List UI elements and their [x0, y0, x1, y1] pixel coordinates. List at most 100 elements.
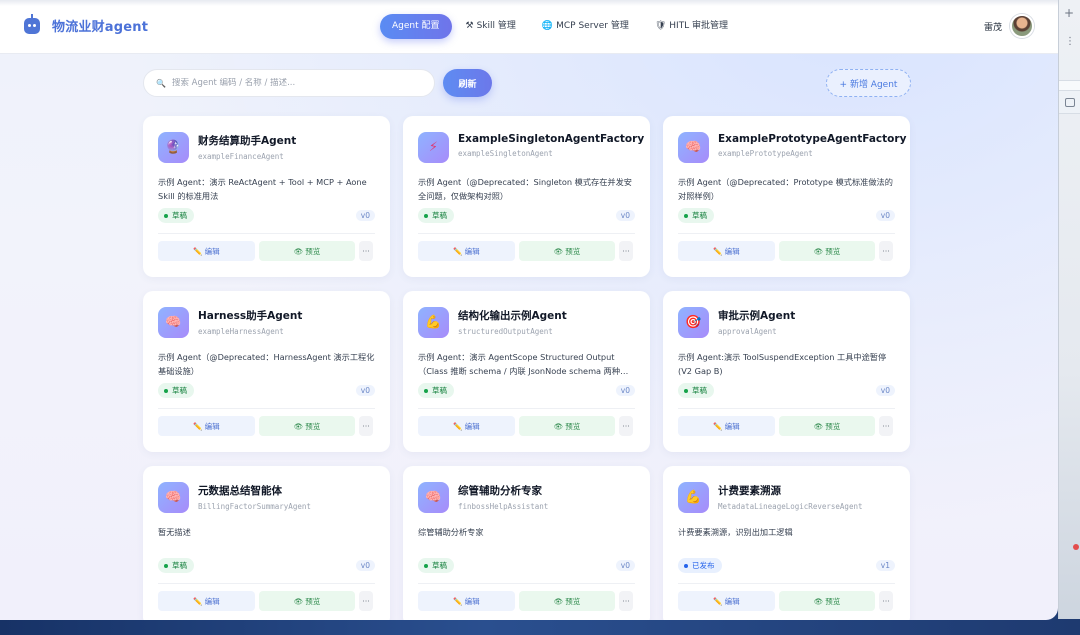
- more-button[interactable]: ···: [879, 591, 893, 611]
- tab-skill-management[interactable]: ⚒ Skill 管理: [454, 14, 528, 39]
- edit-button[interactable]: ✏️ 编辑: [678, 591, 775, 611]
- agent-description: 暂无描述: [158, 527, 191, 537]
- agent-card[interactable]: 🧠 ExamplePrototypeAgentFactory examplePr…: [663, 116, 910, 277]
- edit-button[interactable]: ✏️ 编辑: [158, 241, 255, 261]
- preview-button[interactable]: 👁 预览: [259, 416, 355, 436]
- add-agent-button[interactable]: + 新增 Agent: [826, 69, 911, 97]
- status-badge: 草稿: [158, 383, 194, 398]
- status-badge: 草稿: [678, 383, 714, 398]
- card-divider: [678, 408, 895, 409]
- agent-card[interactable]: 💪 结构化输出示例Agent structuredOutputAgent 示例 …: [403, 291, 650, 452]
- status-badge: 已发布: [678, 558, 722, 573]
- card-divider: [418, 583, 635, 584]
- version-badge: v0: [355, 385, 375, 396]
- tab-skill-label: Skill 管理: [476, 21, 516, 31]
- pencil-icon: ✏️: [453, 421, 463, 431]
- preview-button[interactable]: 👁 预览: [519, 416, 615, 436]
- tab-mcp-label: MCP Server 管理: [556, 21, 629, 31]
- edit-button[interactable]: ✏️ 编辑: [418, 416, 515, 436]
- more-button[interactable]: ···: [359, 416, 373, 436]
- search-input[interactable]: [171, 78, 412, 88]
- search-box[interactable]: 🔍: [143, 69, 435, 97]
- eye-icon: 👁: [553, 596, 564, 606]
- agent-card[interactable]: ⚡ ExampleSingletonAgentFactory exampleSi…: [403, 116, 650, 277]
- more-button[interactable]: ···: [619, 241, 633, 261]
- version-badge: v0: [875, 210, 895, 221]
- version-badge: v0: [615, 210, 635, 221]
- agent-title: ExamplePrototypeAgentFactory: [718, 133, 907, 145]
- agent-code: exampleSingletonAgent: [458, 149, 553, 158]
- agent-description: 示例 Agent（@Deprecated：Prototype 模式标准做法的对照…: [678, 177, 893, 201]
- agent-card[interactable]: 🎯 审批示例Agent approvalAgent 示例 Agent:演示 To…: [663, 291, 910, 452]
- version-badge: v1: [875, 560, 895, 571]
- agent-card[interactable]: 💪 计费要素溯源 MetadataLineageLogicReverseAgen…: [663, 466, 910, 620]
- robot-icon: [24, 13, 40, 34]
- edit-button[interactable]: ✏️ 编辑: [678, 416, 775, 436]
- sidebar-icon: [1065, 98, 1075, 107]
- card-divider: [418, 408, 635, 409]
- agent-code: BillingFactorSummaryAgent: [198, 502, 311, 511]
- tab-mcp-server-management[interactable]: 🌐 MCP Server 管理: [530, 14, 641, 39]
- agent-code: exampleHarnessAgent: [198, 327, 284, 336]
- agent-description: 示例 Agent（@Deprecated：HarnessAgent 演示工程化基…: [158, 352, 375, 376]
- agent-title: Harness助手Agent: [198, 310, 303, 322]
- tab-hitl-approval[interactable]: 🛡 HITL 审批管理: [643, 14, 740, 39]
- agent-card[interactable]: 🔮 财务结算助手Agent exampleFinanceAgent 示例 Age…: [143, 116, 390, 277]
- tab-hitl-label: HITL 审批管理: [669, 21, 729, 31]
- pencil-icon: ✏️: [713, 421, 723, 431]
- agent-card-grid: 🔮 财务结算助手Agent exampleFinanceAgent 示例 Age…: [143, 116, 911, 620]
- version-badge: v0: [355, 210, 375, 221]
- edit-button[interactable]: ✏️ 编辑: [158, 416, 255, 436]
- agent-title: 财务结算助手Agent: [198, 135, 297, 147]
- agent-title: 计费要素溯源: [718, 485, 781, 497]
- preview-button[interactable]: 👁 预览: [779, 416, 875, 436]
- card-divider: [418, 233, 635, 234]
- eye-icon: 👁: [813, 596, 824, 606]
- agent-code: approvalAgent: [718, 327, 777, 336]
- preview-button[interactable]: 👁 预览: [259, 241, 355, 261]
- preview-button[interactable]: 👁 预览: [519, 591, 615, 611]
- card-divider: [158, 233, 375, 234]
- more-button[interactable]: ···: [619, 591, 633, 611]
- edit-button[interactable]: ✏️ 编辑: [418, 591, 515, 611]
- agent-description: 示例 Agent：演示 AgentScope Structured Output…: [418, 352, 621, 376]
- preview-button[interactable]: 👁 预览: [779, 591, 875, 611]
- search-icon: 🔍: [156, 78, 166, 88]
- more-button[interactable]: ···: [879, 241, 893, 261]
- agent-card[interactable]: 🧠 综管辅助分析专家 finbossHelpAssistant 综管辅助分析专家…: [403, 466, 650, 620]
- avatar[interactable]: [1010, 14, 1034, 38]
- pencil-icon: ✏️: [453, 246, 463, 256]
- preview-button[interactable]: 👁 预览: [779, 241, 875, 261]
- card-divider: [678, 583, 895, 584]
- preview-button[interactable]: 👁 预览: [519, 241, 615, 261]
- more-button[interactable]: ···: [879, 416, 893, 436]
- flexed-arm-icon: 💪: [418, 307, 449, 338]
- user-menu[interactable]: 雷茂: [984, 14, 1034, 38]
- edit-button[interactable]: ✏️ 编辑: [678, 241, 775, 261]
- status-badge: 草稿: [418, 208, 454, 223]
- preview-button[interactable]: 👁 预览: [259, 591, 355, 611]
- agent-title: ExampleSingletonAgentFactory: [458, 133, 645, 145]
- refresh-button[interactable]: 刷新: [443, 69, 492, 97]
- agent-card[interactable]: 🧠 元数据总结智能体 BillingFactorSummaryAgent 暂无描…: [143, 466, 390, 620]
- eye-icon: 👁: [293, 596, 304, 606]
- globe-icon: 🌐: [541, 21, 554, 31]
- target-icon: 🎯: [678, 307, 709, 338]
- pencil-icon: ✏️: [713, 246, 723, 256]
- top-navigation-bar: 物流业财agent Agent 配置 ⚒ Skill 管理 🌐 MCP Server…: [0, 0, 1058, 54]
- eye-icon: 👁: [553, 246, 564, 256]
- status-badge: 草稿: [418, 558, 454, 573]
- version-badge: v0: [615, 560, 635, 571]
- status-badge: 草稿: [158, 208, 194, 223]
- agent-card[interactable]: 🧠 Harness助手Agent exampleHarnessAgent 示例 …: [143, 291, 390, 452]
- more-button[interactable]: ···: [359, 591, 373, 611]
- edit-button[interactable]: ✏️ 编辑: [418, 241, 515, 261]
- more-button[interactable]: ···: [359, 241, 373, 261]
- edit-button[interactable]: ✏️ 编辑: [158, 591, 255, 611]
- more-button[interactable]: ···: [619, 416, 633, 436]
- user-name: 雷茂: [983, 22, 1002, 33]
- agent-description: 综管辅助分析专家: [418, 527, 484, 537]
- brand[interactable]: 物流业财agent: [24, 13, 148, 35]
- tab-agent-config[interactable]: Agent 配置: [380, 14, 452, 39]
- pencil-icon: ✏️: [713, 596, 723, 606]
